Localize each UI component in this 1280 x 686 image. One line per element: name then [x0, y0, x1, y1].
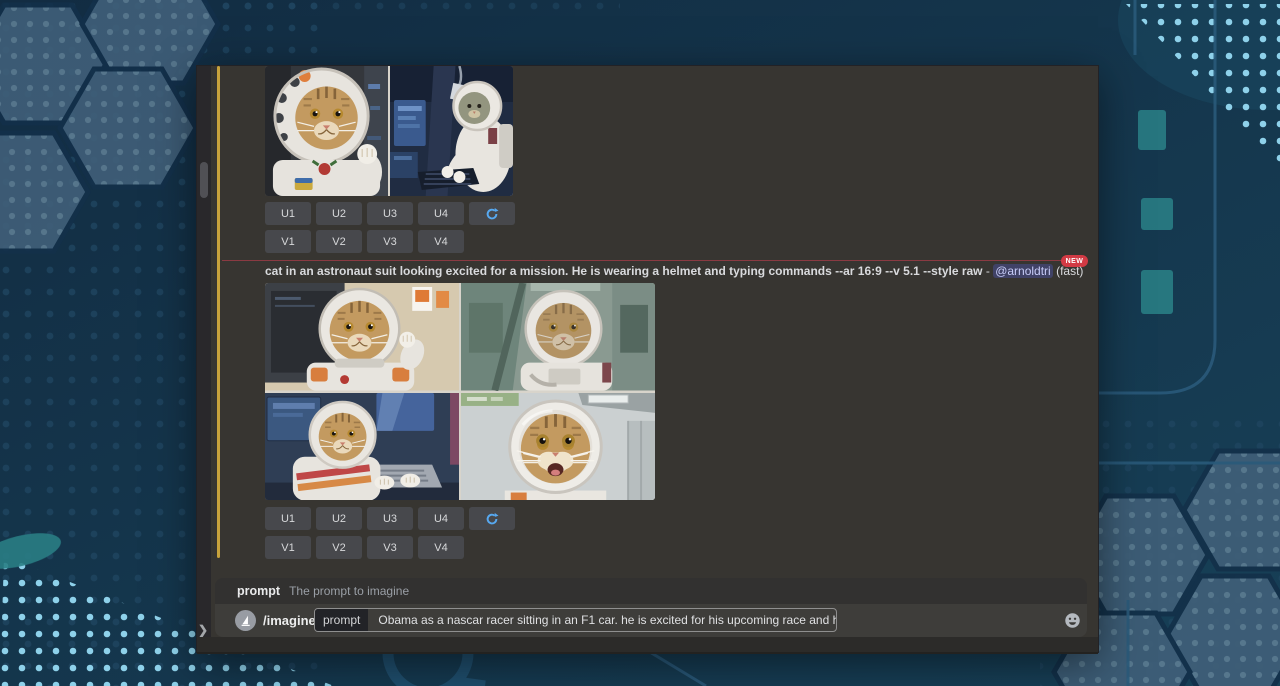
v4-button[interactable]: V4 [418, 536, 464, 559]
v4-button[interactable]: V4 [418, 230, 464, 253]
generated-image-3[interactable] [265, 393, 459, 501]
smiley-icon [1064, 612, 1081, 629]
window-left-strip: ❯ [197, 66, 211, 652]
prompt-text: cat in an astronaut suit looking excited… [265, 264, 983, 278]
u4-button[interactable]: U4 [418, 507, 464, 530]
scrollbar-thumb[interactable] [200, 162, 208, 198]
emoji-button[interactable] [1064, 612, 1081, 629]
generated-image-1[interactable] [265, 283, 459, 391]
new-messages-divider [222, 260, 1061, 261]
image-grid-previous[interactable] [265, 66, 513, 196]
refresh-icon [485, 512, 499, 526]
composer-footer [197, 637, 1098, 654]
generated-image-closeup-cat[interactable] [265, 66, 388, 196]
u2-button[interactable]: U2 [316, 507, 362, 530]
refresh-icon [485, 207, 499, 221]
u4-button[interactable]: U4 [418, 202, 464, 225]
v2-button[interactable]: V2 [316, 230, 362, 253]
upscale-row: U1 U2 U3 U4 [265, 507, 515, 530]
rerun-button[interactable] [469, 507, 515, 530]
v3-button[interactable]: V3 [367, 230, 413, 253]
rerun-button[interactable] [469, 202, 515, 225]
slash-option-popup: prompt The prompt to imagine [215, 578, 1087, 604]
prompt-value: Obama as a nascar racer sitting in an F1… [378, 613, 837, 627]
u1-button[interactable]: U1 [265, 202, 311, 225]
option-description: The prompt to imagine [289, 584, 409, 598]
bot-avatar [235, 610, 256, 631]
v1-button[interactable]: V1 [265, 536, 311, 559]
u3-button[interactable]: U3 [367, 202, 413, 225]
u2-button[interactable]: U2 [316, 202, 362, 225]
composer: /imagine prompt Obama as a nascar racer … [215, 604, 1087, 637]
upscale-row-previous: U1 U2 U3 U4 [265, 202, 515, 225]
generated-image-cat-console[interactable] [390, 66, 513, 196]
separator-text: - [983, 264, 994, 278]
generated-image-4[interactable] [461, 393, 655, 501]
u1-button[interactable]: U1 [265, 507, 311, 530]
variation-row-previous: V1 V2 V3 V4 [265, 230, 464, 253]
generated-image-2[interactable] [461, 283, 655, 391]
v1-button[interactable]: V1 [265, 230, 311, 253]
expand-chevron-icon[interactable]: ❯ [198, 623, 210, 637]
v3-button[interactable]: V3 [367, 536, 413, 559]
command-label: /imagine [263, 613, 316, 628]
image-grid[interactable] [265, 283, 655, 500]
option-chip: prompt [315, 609, 368, 631]
v2-button[interactable]: V2 [316, 536, 362, 559]
prompt-input[interactable]: prompt Obama as a nascar racer sitting i… [314, 608, 837, 632]
user-mention[interactable]: @arnoldtri [993, 264, 1053, 278]
option-name: prompt [237, 584, 280, 598]
message-text: cat in an astronaut suit looking excited… [265, 264, 1065, 278]
discord-window: ❯ [197, 66, 1098, 652]
midjourney-sailboat-icon [239, 614, 252, 627]
mention-indicator-bar [217, 66, 220, 558]
variation-row: V1 V2 V3 V4 [265, 536, 464, 559]
u3-button[interactable]: U3 [367, 507, 413, 530]
screen: ❯ [0, 0, 1280, 686]
speed-mode-text: (fast) [1053, 264, 1084, 278]
